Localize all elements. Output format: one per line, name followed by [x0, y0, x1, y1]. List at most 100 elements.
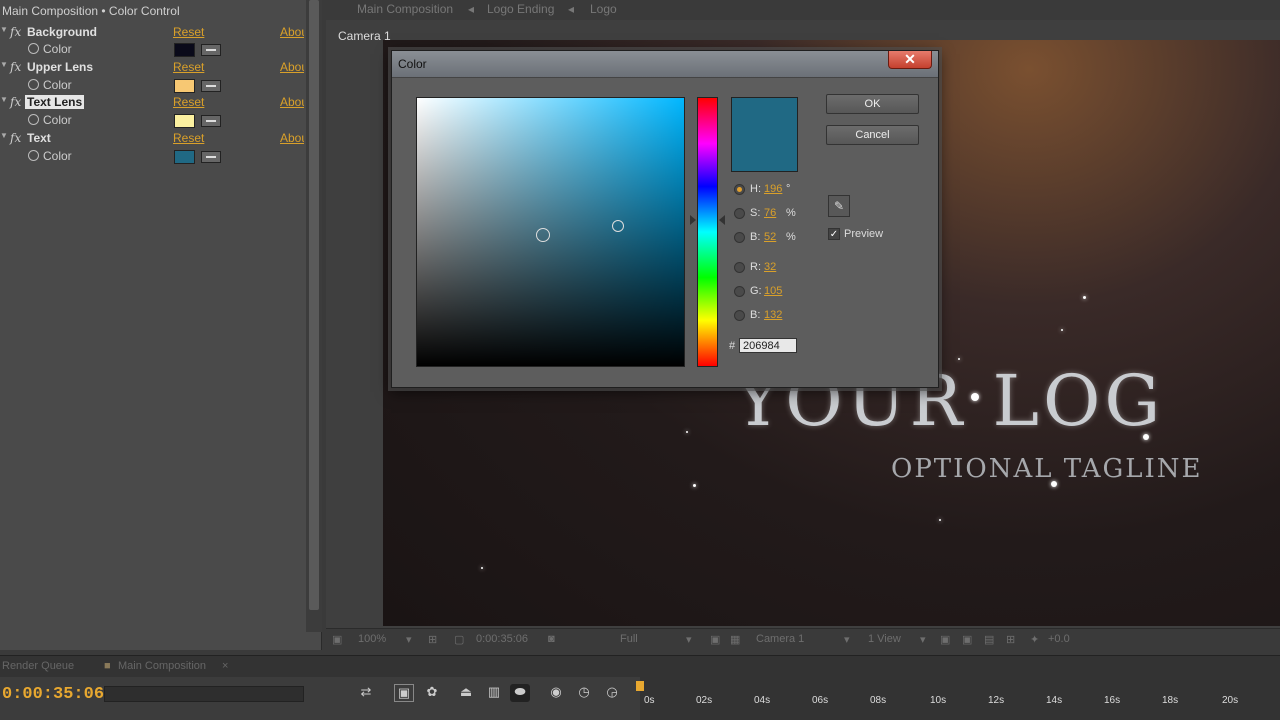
magnification-icon[interactable]: ▣ [332, 633, 342, 646]
flowchart-icon[interactable]: ⊞ [1006, 633, 1015, 646]
stopwatch-icon[interactable] [28, 114, 39, 125]
stopwatch-icon[interactable] [28, 43, 39, 54]
effect-row-text-lens[interactable]: ▼ fx Text Lens Reset About... [0, 95, 306, 112]
close-icon[interactable]: × [222, 660, 228, 672]
reset-link[interactable]: Reset [173, 60, 204, 74]
eyedropper-icon[interactable] [201, 115, 221, 127]
blue-radio[interactable] [734, 310, 745, 321]
stopwatch-icon[interactable] [28, 79, 39, 90]
chevron-down-icon[interactable]: ▾ [920, 633, 926, 646]
motion-blur-icon[interactable]: ▥ [484, 684, 504, 702]
composition-mini-flowchart-icon[interactable]: ⇄ [356, 684, 376, 702]
region-icon[interactable]: ▣ [710, 633, 720, 646]
ok-button[interactable]: OK [826, 94, 919, 114]
hue-slider-left-arrow-icon[interactable] [690, 215, 696, 225]
brainstorm-icon[interactable]: ⬬ [510, 684, 530, 702]
stopwatch-icon[interactable] [28, 150, 39, 161]
scrollbar-thumb[interactable] [309, 0, 319, 610]
expand-triangle-icon[interactable]: ▼ [0, 25, 8, 34]
green-value[interactable]: 105 [764, 285, 782, 297]
color-swatch[interactable] [174, 114, 195, 128]
effect-row-upper-lens[interactable]: ▼ fx Upper Lens Reset About... [0, 60, 306, 77]
fast-preview-icon[interactable]: ▣ [962, 633, 972, 646]
saturation-brightness-field[interactable] [416, 97, 685, 367]
eyedropper-icon[interactable]: ✎ [828, 195, 850, 217]
breadcrumb-logo-ending[interactable]: Logo Ending [487, 2, 554, 16]
draft-3d-icon[interactable]: ▣ [394, 684, 414, 702]
exposure-value[interactable]: +0.0 [1048, 633, 1070, 645]
color-dialog: Color ✕ H: 196 ° S: 76 % B: 52 % R: 32 G… [391, 50, 939, 388]
chevron-down-icon[interactable]: ▾ [406, 633, 412, 646]
toggle-pixel-icon[interactable]: ▣ [940, 633, 950, 646]
red-radio[interactable] [734, 262, 745, 273]
grid-icon[interactable]: ⊞ [428, 633, 437, 646]
eyedropper-icon[interactable] [201, 151, 221, 163]
about-link[interactable]: About... [280, 131, 304, 145]
tab-main-composition[interactable]: Main Composition [118, 660, 206, 672]
color-swatch[interactable] [174, 79, 195, 93]
chevron-down-icon[interactable]: ▾ [686, 633, 692, 646]
transparency-grid-icon[interactable]: ▦ [730, 633, 740, 646]
camera-dropdown[interactable]: Camera 1 [756, 633, 804, 645]
blue-value[interactable]: 132 [764, 309, 782, 321]
shy-layers-icon[interactable]: ✿ [422, 684, 442, 702]
breadcrumb-logo[interactable]: Logo [590, 2, 617, 16]
brightness-radio[interactable] [734, 232, 745, 243]
fx-icon[interactable]: fx [10, 131, 21, 145]
saturation-radio[interactable] [734, 208, 745, 219]
fx-icon[interactable]: fx [10, 60, 21, 74]
color-swatch[interactable] [174, 43, 195, 57]
frame-blending-icon[interactable]: ⏏ [456, 684, 476, 702]
eyedropper-icon[interactable] [201, 80, 221, 92]
preview-label: Preview [844, 228, 884, 240]
dialog-title-bar[interactable]: Color ✕ [392, 51, 938, 77]
about-link[interactable]: About... [280, 25, 304, 39]
viewer-timecode[interactable]: 0:00:35:06 [476, 633, 528, 645]
zoom-dropdown[interactable]: 100% [358, 633, 386, 645]
panel-scrollbar[interactable] [306, 0, 322, 632]
expand-triangle-icon[interactable]: ▼ [0, 60, 8, 69]
camera-snapshot-icon[interactable]: ◙ [548, 633, 555, 645]
render-icon[interactable]: ◶ [602, 684, 622, 702]
saturation-value[interactable]: 76 [764, 207, 776, 219]
hex-input[interactable] [739, 338, 797, 353]
color-swatch[interactable] [174, 150, 195, 164]
view-layout-dropdown[interactable]: 1 View [868, 633, 901, 645]
time-ruler[interactable]: 0s 02s 04s 06s 08s 10s 12s 14s 16s 18s 2… [640, 677, 1280, 720]
close-button[interactable]: ✕ [888, 51, 932, 69]
expand-triangle-icon[interactable]: ▼ [0, 95, 8, 104]
stopwatch-icon[interactable]: ◷ [574, 684, 594, 702]
hue-slider[interactable] [697, 97, 718, 367]
effect-row-background[interactable]: ▼ fx Background Reset About... [0, 25, 306, 42]
tab-render-queue[interactable]: Render Queue [2, 660, 74, 672]
about-link[interactable]: About... [280, 95, 304, 109]
expand-triangle-icon[interactable]: ▼ [0, 131, 8, 140]
mask-icon[interactable]: ▢ [454, 633, 464, 646]
fx-icon[interactable]: fx [10, 95, 21, 109]
hue-value[interactable]: 196 [764, 183, 782, 195]
hue-slider-right-arrow-icon[interactable] [719, 215, 725, 225]
reset-link[interactable]: Reset [173, 131, 204, 145]
playhead[interactable] [636, 681, 644, 691]
exposure-icon[interactable]: ✦ [1030, 633, 1039, 646]
timeline-icon[interactable]: ▤ [984, 633, 994, 646]
hue-radio[interactable] [734, 184, 745, 195]
green-radio[interactable] [734, 286, 745, 297]
fx-icon[interactable]: fx [10, 25, 21, 39]
checkbox-check-icon[interactable]: ✓ [828, 228, 840, 240]
reset-link[interactable]: Reset [173, 95, 204, 109]
timeline-search-input[interactable] [104, 686, 304, 702]
graph-editor-icon[interactable]: ◉ [546, 684, 566, 702]
resolution-dropdown[interactable]: Full [620, 633, 638, 645]
reset-link[interactable]: Reset [173, 25, 204, 39]
color-picker-cursor[interactable] [536, 228, 550, 242]
brightness-value[interactable]: 52 [764, 231, 776, 243]
red-value[interactable]: 32 [764, 261, 776, 273]
current-timecode[interactable]: 0:00:35:06 [2, 685, 104, 704]
breadcrumb-main-composition[interactable]: Main Composition [357, 2, 453, 16]
cancel-button[interactable]: Cancel [826, 125, 919, 145]
about-link[interactable]: About... [280, 60, 304, 74]
effect-row-text[interactable]: ▼ fx Text Reset About... [0, 131, 306, 148]
chevron-down-icon[interactable]: ▾ [844, 633, 850, 646]
eyedropper-icon[interactable] [201, 44, 221, 56]
